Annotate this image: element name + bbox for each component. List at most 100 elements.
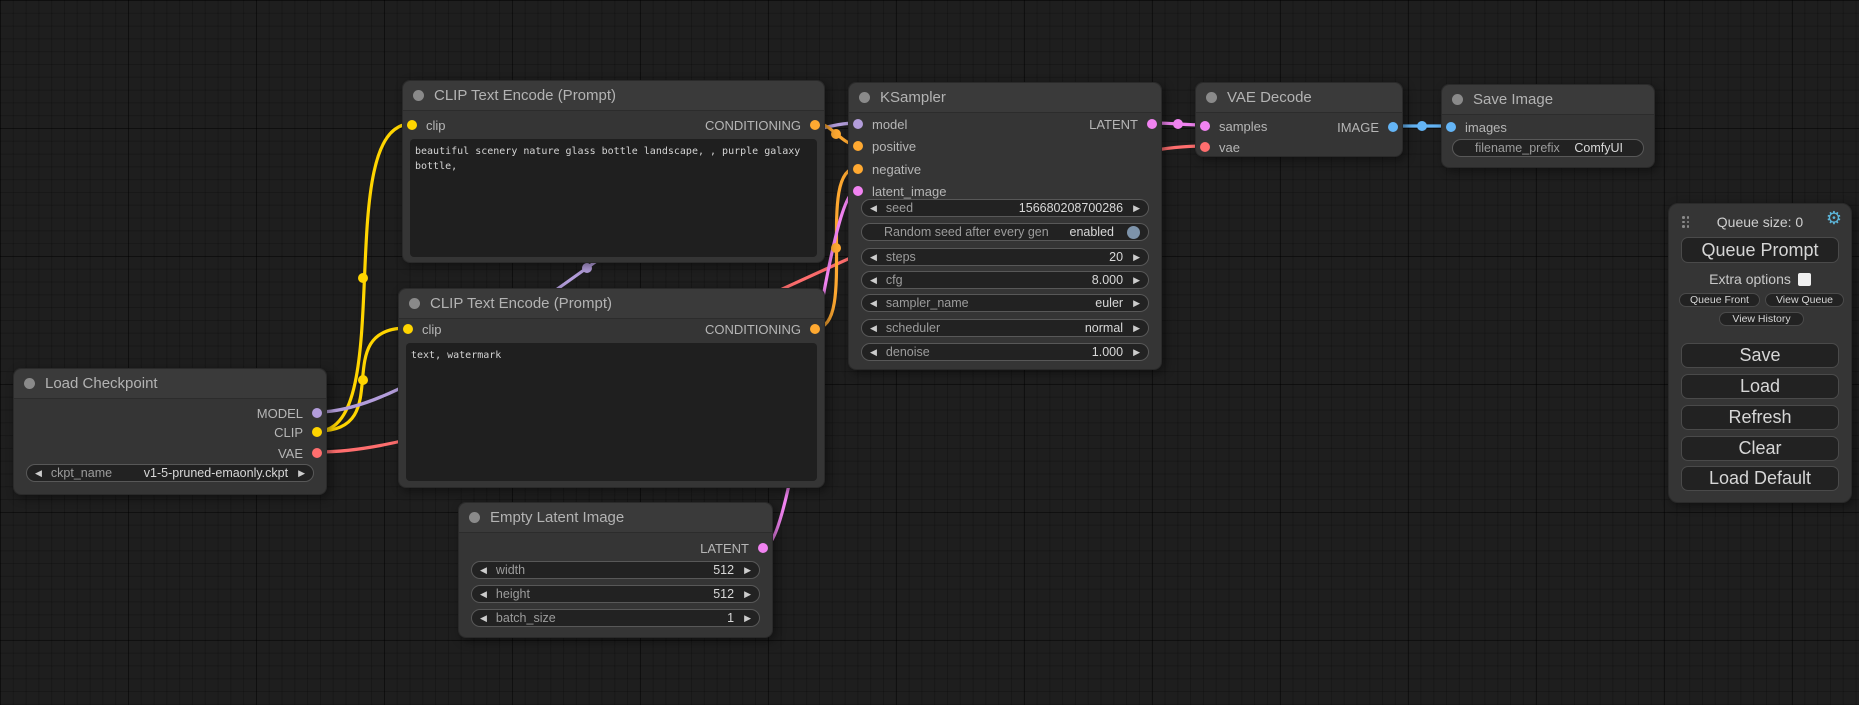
port-row: LATENT bbox=[700, 539, 768, 557]
view-history-button[interactable]: View History bbox=[1719, 312, 1804, 326]
node-header[interactable]: Save Image bbox=[1442, 85, 1654, 115]
seed-widget[interactable]: ◀ seed 156680208700286 ▶ bbox=[861, 199, 1149, 217]
collapse-dot-icon[interactable] bbox=[859, 92, 870, 103]
collapse-dot-icon[interactable] bbox=[24, 378, 35, 389]
collapse-dot-icon[interactable] bbox=[1206, 92, 1217, 103]
collapse-dot-icon[interactable] bbox=[469, 512, 480, 523]
images-input-port[interactable] bbox=[1446, 122, 1456, 132]
positive-input-port[interactable] bbox=[853, 141, 863, 151]
widget-value: enabled bbox=[1049, 225, 1114, 239]
ckpt-name-widget[interactable]: ◀ ckpt_name v1-5-pruned-emaonly.ckpt ▶ bbox=[26, 464, 314, 482]
save-button[interactable]: Save bbox=[1681, 343, 1839, 368]
increment-icon[interactable]: ▶ bbox=[744, 614, 751, 623]
increment-icon[interactable]: ▶ bbox=[1133, 253, 1140, 262]
load-button[interactable]: Load bbox=[1681, 374, 1839, 399]
decrement-icon[interactable]: ◀ bbox=[870, 324, 877, 333]
clip-output-port[interactable] bbox=[312, 427, 322, 437]
node-header[interactable]: CLIP Text Encode (Prompt) bbox=[403, 81, 824, 111]
image-output-port[interactable] bbox=[1388, 122, 1398, 132]
port-label: MODEL bbox=[257, 406, 303, 421]
steps-widget[interactable]: ◀ steps 20 ▶ bbox=[861, 248, 1149, 266]
widget-label: filename_prefix bbox=[1475, 141, 1560, 155]
node-header[interactable]: VAE Decode bbox=[1196, 83, 1402, 113]
node-header[interactable]: Empty Latent Image bbox=[459, 503, 772, 533]
widget-label: seed bbox=[886, 201, 913, 215]
height-widget[interactable]: ◀ height 512 ▶ bbox=[471, 585, 760, 603]
queue-front-button[interactable]: Queue Front bbox=[1679, 293, 1760, 307]
vae-output-port[interactable] bbox=[312, 448, 322, 458]
decrement-icon[interactable]: ◀ bbox=[480, 590, 487, 599]
queue-prompt-button[interactable]: Queue Prompt bbox=[1681, 237, 1839, 263]
conditioning-output-port[interactable] bbox=[810, 120, 820, 130]
collapse-dot-icon[interactable] bbox=[1452, 94, 1463, 105]
collapse-dot-icon[interactable] bbox=[413, 90, 424, 101]
cfg-widget[interactable]: ◀ cfg 8.000 ▶ bbox=[861, 271, 1149, 289]
port-row: positive bbox=[853, 137, 916, 155]
node-title: KSampler bbox=[880, 89, 946, 106]
refresh-button[interactable]: Refresh bbox=[1681, 405, 1839, 430]
view-queue-button[interactable]: View Queue bbox=[1765, 293, 1844, 307]
model-input-port[interactable] bbox=[853, 119, 863, 129]
port-row: latent_image bbox=[853, 182, 946, 200]
latent-image-input-port[interactable] bbox=[853, 186, 863, 196]
scheduler-widget[interactable]: ◀ scheduler normal ▶ bbox=[861, 319, 1149, 337]
increment-icon[interactable]: ▶ bbox=[1133, 348, 1140, 357]
load-default-button[interactable]: Load Default bbox=[1681, 466, 1839, 491]
widget-value: 8.000 bbox=[903, 273, 1123, 287]
node-title: Empty Latent Image bbox=[490, 509, 624, 526]
port-row: VAE bbox=[278, 444, 322, 462]
decrement-icon[interactable]: ◀ bbox=[870, 299, 877, 308]
node-header[interactable]: KSampler bbox=[849, 83, 1161, 113]
decrement-icon[interactable]: ◀ bbox=[870, 204, 877, 213]
clip-input-port[interactable] bbox=[407, 120, 417, 130]
random-seed-toggle-widget[interactable]: Random seed after every gen enabled bbox=[861, 223, 1149, 241]
port-row: negative bbox=[853, 160, 921, 178]
link-dot bbox=[1173, 119, 1183, 129]
decrement-icon[interactable]: ◀ bbox=[480, 566, 487, 575]
widget-value: 512 bbox=[525, 563, 734, 577]
clip-input-port[interactable] bbox=[403, 324, 413, 334]
sampler-name-widget[interactable]: ◀ sampler_name euler ▶ bbox=[861, 294, 1149, 312]
batch-size-widget[interactable]: ◀ batch_size 1 ▶ bbox=[471, 609, 760, 627]
node-header[interactable]: Load Checkpoint bbox=[14, 369, 326, 399]
port-row: clip bbox=[403, 320, 442, 338]
decrement-icon[interactable]: ◀ bbox=[480, 614, 487, 623]
port-label: CONDITIONING bbox=[705, 322, 801, 337]
samples-input-port[interactable] bbox=[1200, 121, 1210, 131]
node-title: CLIP Text Encode (Prompt) bbox=[434, 87, 616, 104]
queue-size-label: Queue size: 0 bbox=[1669, 214, 1851, 230]
extra-options-checkbox[interactable] bbox=[1798, 273, 1811, 286]
widget-label: sampler_name bbox=[886, 296, 969, 310]
collapse-dot-icon[interactable] bbox=[409, 298, 420, 309]
increment-icon[interactable]: ▶ bbox=[298, 469, 305, 478]
prompt-textarea[interactable]: beautiful scenery nature glass bottle la… bbox=[410, 139, 817, 257]
node-header[interactable]: CLIP Text Encode (Prompt) bbox=[399, 289, 824, 319]
latent-output-port[interactable] bbox=[1147, 119, 1157, 129]
filename-prefix-widget[interactable]: filename_prefix ComfyUI bbox=[1452, 139, 1644, 157]
vae-input-port[interactable] bbox=[1200, 142, 1210, 152]
widget-label: denoise bbox=[886, 345, 930, 359]
toggle-knob[interactable] bbox=[1127, 226, 1140, 239]
latent-output-port[interactable] bbox=[758, 543, 768, 553]
width-widget[interactable]: ◀ width 512 ▶ bbox=[471, 561, 760, 579]
negative-input-port[interactable] bbox=[853, 164, 863, 174]
decrement-icon[interactable]: ◀ bbox=[870, 276, 877, 285]
increment-icon[interactable]: ▶ bbox=[1133, 324, 1140, 333]
clear-button[interactable]: Clear bbox=[1681, 436, 1839, 461]
comfyui-canvas[interactable]: { "icons": { "left_arrow": "◀", "right_a… bbox=[0, 0, 1859, 705]
conditioning-output-port[interactable] bbox=[810, 324, 820, 334]
decrement-icon[interactable]: ◀ bbox=[870, 253, 877, 262]
increment-icon[interactable]: ▶ bbox=[1133, 299, 1140, 308]
decrement-icon[interactable]: ◀ bbox=[870, 348, 877, 357]
decrement-icon[interactable]: ◀ bbox=[35, 469, 42, 478]
increment-icon[interactable]: ▶ bbox=[744, 566, 751, 575]
link-dot bbox=[1417, 121, 1427, 131]
increment-icon[interactable]: ▶ bbox=[1133, 204, 1140, 213]
widget-label: height bbox=[496, 587, 530, 601]
model-output-port[interactable] bbox=[312, 408, 322, 418]
increment-icon[interactable]: ▶ bbox=[1133, 276, 1140, 285]
prompt-textarea[interactable]: text, watermark bbox=[406, 343, 817, 481]
increment-icon[interactable]: ▶ bbox=[744, 590, 751, 599]
gear-icon[interactable]: ⚙ bbox=[1826, 209, 1842, 227]
denoise-widget[interactable]: ◀ denoise 1.000 ▶ bbox=[861, 343, 1149, 361]
